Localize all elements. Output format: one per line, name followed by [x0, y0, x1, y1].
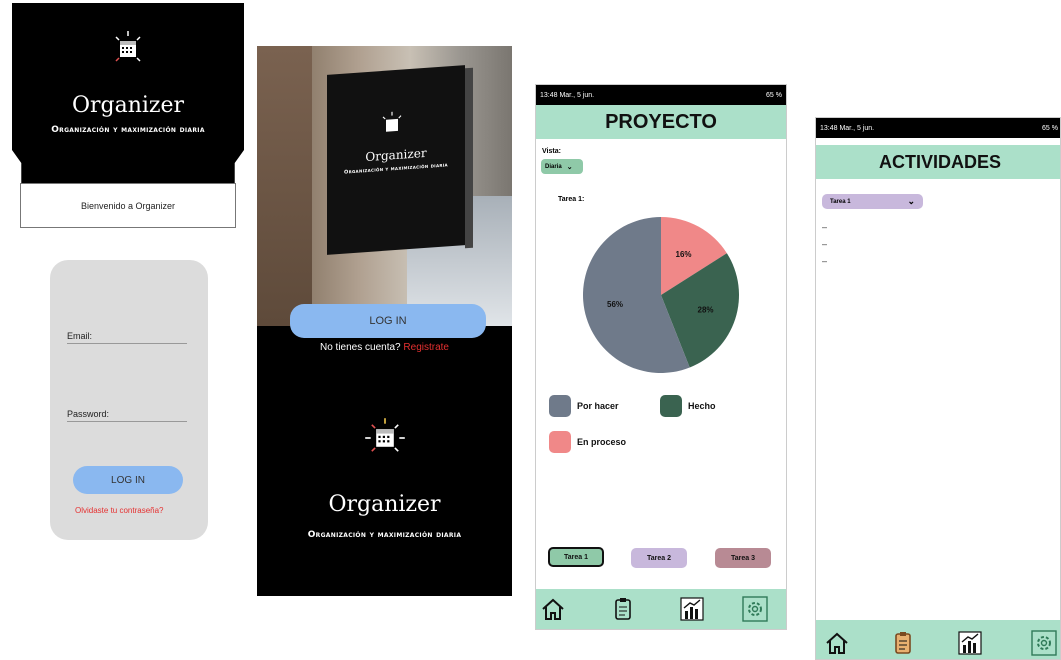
login-screen-2: Organizer Organización y maximización di…: [257, 46, 512, 596]
legend-label-por-hacer: Por hacer: [577, 401, 619, 411]
app-name: Organizer: [328, 492, 441, 517]
status-time: 13:48 Mar., 5 jun.: [540, 91, 595, 99]
settings-icon[interactable]: [742, 596, 768, 622]
tab-tarea-2[interactable]: Tarea 2: [631, 548, 687, 568]
calendar-logo-icon: [115, 31, 141, 62]
status-pie-chart: 16% 28% 56%: [583, 217, 739, 373]
legend-swatch-hecho: [660, 395, 682, 417]
bottom-nav: [536, 589, 786, 629]
chevron-down-icon: ⌄: [907, 196, 915, 206]
chart-icon[interactable]: [957, 630, 983, 656]
password-field[interactable]: [67, 421, 187, 422]
legend-label-hecho: Hecho: [688, 401, 716, 411]
forgot-password-link[interactable]: Olvidaste tu contraseña?: [75, 506, 164, 515]
login-card: Email: Password: LOG IN Olvidaste tu con…: [50, 260, 208, 540]
legend-swatch-en-proceso: [549, 431, 571, 453]
pie-label-hecho: 28%: [698, 305, 714, 314]
clipboard-icon[interactable]: [890, 630, 916, 656]
tab-tarea-1[interactable]: Tarea 1: [548, 547, 604, 567]
legend-label-en-proceso: En proceso: [577, 437, 627, 447]
status-bar: 13:48 Mar., 5 jun. 65 %: [816, 118, 1060, 138]
clipboard-icon[interactable]: [610, 596, 636, 622]
battery-status: 65 %: [766, 91, 782, 99]
task-label: Tarea 1:: [558, 196, 585, 203]
task-select-value: Tarea 1: [830, 198, 851, 205]
activity-item: –: [822, 256, 828, 266]
password-label: Password:: [67, 409, 110, 419]
app-name: Organizer: [71, 93, 185, 118]
view-select[interactable]: Diaria ⌄: [541, 159, 583, 174]
page-title: ACTIVIDADES: [816, 145, 1060, 179]
calendar-logo-icon: [365, 418, 405, 452]
pie-label-en-proceso: 16%: [676, 250, 692, 259]
home-icon[interactable]: [824, 630, 850, 656]
home-icon[interactable]: [540, 596, 566, 622]
activity-item: –: [822, 222, 828, 232]
chevron-down-icon: ⌄: [566, 163, 573, 171]
tab-tarea-3[interactable]: Tarea 3: [715, 548, 771, 568]
login-button[interactable]: LOG IN: [73, 466, 183, 494]
welcome-message: Bienvenido a Organizer: [20, 183, 236, 228]
status-time: 13:48 Mar., 5 jun.: [820, 124, 875, 132]
register-link[interactable]: Registrate: [403, 342, 449, 353]
app-tagline: Organización y maximización diaria: [51, 125, 205, 135]
status-bar: 13:48 Mar., 5 jun. 65 %: [536, 85, 786, 105]
app-tagline: Organización y maximización diaria: [307, 530, 462, 540]
calendar-logo-icon: [382, 111, 402, 132]
page-title: PROYECTO: [536, 105, 786, 139]
email-label: Email:: [67, 331, 93, 341]
legend-swatch-por-hacer: [549, 395, 571, 417]
login-button[interactable]: LOG IN: [290, 304, 486, 338]
no-account-text: No tienes cuenta?: [320, 342, 401, 353]
chart-icon[interactable]: [679, 596, 705, 622]
activity-item: –: [822, 239, 828, 249]
project-screen: 13:48 Mar., 5 jun. 65 % PROYECTO Vista: …: [535, 84, 787, 630]
bottom-nav: [816, 620, 1060, 659]
email-field[interactable]: [67, 343, 187, 344]
activities-screen: 13:48 Mar., 5 jun. 65 % ACTIVIDADES Tare…: [815, 117, 1061, 660]
settings-icon[interactable]: [1031, 630, 1057, 656]
view-label: Vista:: [542, 148, 561, 155]
battery-status: 65 %: [1042, 124, 1058, 132]
task-select[interactable]: Tarea 1 ⌄: [822, 194, 923, 209]
pie-label-por-hacer: 56%: [607, 300, 623, 309]
store-sign: Organizer Organización y maximización di…: [327, 65, 465, 255]
view-select-value: Diaria: [545, 163, 562, 170]
login-screen-1: Organizer Organización y maximización di…: [12, 3, 244, 563]
